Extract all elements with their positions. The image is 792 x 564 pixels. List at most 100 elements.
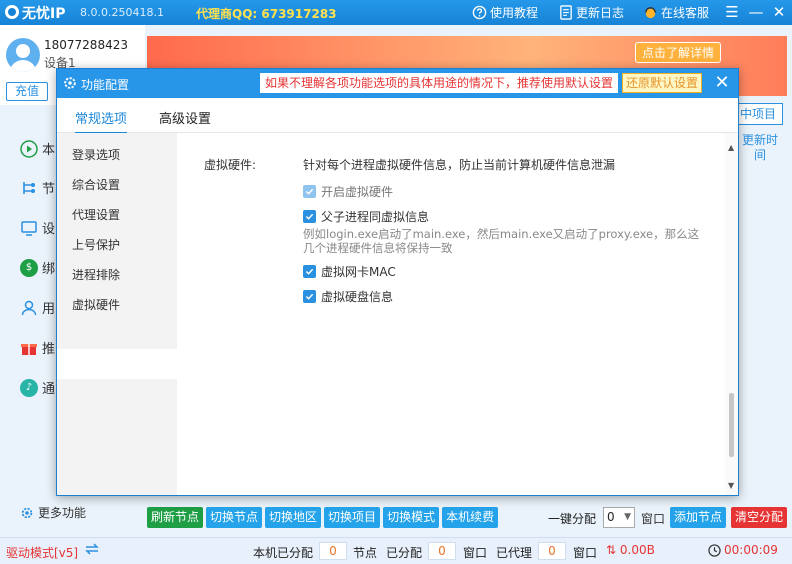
- enable-virtual-hardware-checkbox[interactable]: 开启虚拟硬件: [303, 183, 393, 200]
- scroll-up-icon[interactable]: ▲: [728, 143, 734, 152]
- nodes-icon: [23, 181, 35, 194]
- speed-value: 0.00B: [619, 543, 655, 557]
- local-assigned-value: 0: [319, 542, 347, 560]
- action-bar: 刷新节点 切换节点 切换地区 切换项目 切换模式 本机续费: [147, 507, 499, 528]
- timer-value: 00:00:09: [724, 543, 778, 557]
- sidebar-item-nodes[interactable]: 节: [20, 178, 55, 197]
- changelog-link[interactable]: 更新日志: [559, 4, 624, 21]
- more-functions[interactable]: 更多功能: [20, 504, 86, 521]
- sidebar-item-user[interactable]: 用: [20, 298, 55, 317]
- avatar[interactable]: [6, 38, 40, 72]
- device-icon: [21, 220, 37, 236]
- tab-general[interactable]: 常规选项: [75, 108, 128, 134]
- gear-icon: [63, 76, 77, 90]
- app-logo-icon: [4, 4, 20, 20]
- app-version: 8.0.0.250418.1: [80, 6, 164, 19]
- parent-child-same-info-checkbox[interactable]: 父子进程同虚拟信息: [303, 208, 429, 225]
- proxied-value: 0: [538, 542, 566, 560]
- dialog-title: 功能配置: [81, 78, 130, 92]
- add-node-button[interactable]: 添加节点: [670, 507, 727, 528]
- driver-mode[interactable]: 驱动模式[v5]: [6, 544, 78, 561]
- category-item[interactable]: 上号保护: [72, 236, 120, 253]
- recharge-button[interactable]: 充值: [6, 82, 48, 101]
- tab-advanced[interactable]: 高级设置: [159, 108, 211, 127]
- local-assigned-label: 本机已分配: [253, 546, 314, 560]
- speed-arrows-icon: ⇅: [606, 543, 617, 557]
- sidebar-item-promote[interactable]: 推: [20, 338, 55, 357]
- proxied-label: 已代理: [496, 546, 533, 560]
- session-timer: 00:00:09: [708, 543, 778, 557]
- content-scrollbar[interactable]: ▲ ▼: [725, 133, 738, 495]
- user-phone: 18077288423: [44, 38, 128, 52]
- virtual-mac-checkbox[interactable]: 虚拟网卡MAC: [303, 263, 396, 280]
- distribute-value: 0: [607, 510, 615, 524]
- sidebar-item-device[interactable]: 设: [20, 218, 55, 237]
- restore-defaults-button[interactable]: 还原默认设置: [622, 73, 703, 93]
- checkbox-checked-icon: [303, 210, 316, 223]
- option-note: 例如login.exe启动了main.exe，然后main.exe又启动了pro…: [303, 227, 700, 255]
- update-time-header[interactable]: 更新时间: [738, 133, 782, 163]
- checkbox-checked-icon: [303, 185, 316, 198]
- sidebar-item-label: 本: [42, 143, 56, 158]
- gear-icon: [21, 507, 33, 518]
- sidebar-item-label: 节: [42, 182, 56, 197]
- minimize-button[interactable]: —: [745, 2, 767, 22]
- distribute-select[interactable]: 0 ▼: [603, 507, 635, 528]
- sidebar-item-label: 通: [42, 382, 56, 397]
- category-item[interactable]: 登录选项: [72, 146, 120, 163]
- headset-icon: [645, 7, 656, 19]
- status-bar: 驱动模式[v5] 本机已分配 0 节点 已分配 0 窗口 已代理 0 窗口 ⇅ …: [0, 537, 792, 564]
- scroll-down-icon[interactable]: ▼: [728, 481, 734, 490]
- banner-detail-button[interactable]: 点击了解详情: [635, 42, 722, 63]
- option-label: 开启虚拟硬件: [321, 185, 394, 199]
- app-name: 无忧IP: [22, 6, 66, 22]
- document-icon: [560, 5, 572, 20]
- bind-icon: $: [20, 258, 38, 277]
- category-item[interactable]: 综合设置: [72, 176, 120, 193]
- switch-mode-icon[interactable]: [84, 542, 100, 556]
- assigned-value: 0: [428, 542, 456, 560]
- settings-content: 虚拟硬件: 针对每个进程虚拟硬件信息，防止当前计算机硬件信息泄漏 开启虚拟硬件 …: [177, 133, 725, 495]
- clock-icon: [708, 543, 721, 557]
- assigned-label: 已分配: [386, 546, 423, 560]
- close-window-button[interactable]: ✕: [768, 2, 790, 22]
- section-label: 虚拟硬件:: [204, 158, 257, 172]
- category-list: 登录选项 综合设置 代理设置 上号保护 进程排除 虚拟硬件: [57, 133, 177, 495]
- checkbox-checked-icon: [303, 290, 316, 303]
- support-label: 在线客服: [661, 6, 710, 20]
- clear-allocation-button[interactable]: 清空分配: [731, 507, 788, 528]
- dialog-header[interactable]: 功能配置 如果不理解各项功能选项的具体用途的情况下，推荐使用默认设置 还原默认设…: [57, 69, 738, 98]
- refresh-nodes-button[interactable]: 刷新节点: [147, 507, 204, 528]
- user-icon: [21, 300, 37, 315]
- speed-readout: ⇅ 0.00B: [606, 543, 655, 557]
- sidebar-item-label: 推: [42, 342, 56, 357]
- sidebar-item-label: 设: [42, 222, 56, 237]
- project-button[interactable]: 中项目: [733, 103, 783, 125]
- option-label: 父子进程同虚拟信息: [321, 210, 430, 224]
- switch-project-button[interactable]: 切换项目: [324, 507, 381, 528]
- gift-icon: [21, 343, 37, 355]
- sidebar-item-bind[interactable]: $ 绑: [20, 258, 55, 277]
- title-bar: 无忧IP 8.0.0.250418.1 代理商QQ: 673917283 使用教…: [0, 0, 792, 25]
- tutorial-link[interactable]: 使用教程: [472, 4, 538, 21]
- window-label-2: 窗口: [573, 546, 598, 560]
- virtual-disk-checkbox[interactable]: 虚拟硬盘信息: [303, 288, 393, 305]
- scroll-thumb[interactable]: [729, 393, 734, 457]
- switch-mode-button[interactable]: 切换模式: [383, 507, 440, 528]
- category-item[interactable]: 代理设置: [72, 206, 120, 223]
- menu-button[interactable]: ☰: [721, 2, 743, 22]
- renew-button[interactable]: 本机续费: [442, 507, 499, 528]
- sidebar-item-notify[interactable]: ♪ 通: [20, 378, 55, 397]
- support-link[interactable]: 在线客服: [643, 4, 709, 21]
- close-icon[interactable]: ✕: [711, 72, 733, 93]
- section-description: 针对每个进程虚拟硬件信息，防止当前计算机硬件信息泄漏: [303, 158, 616, 172]
- option-label: 虚拟硬盘信息: [321, 290, 394, 304]
- category-item[interactable]: 进程排除: [72, 266, 120, 283]
- switch-node-button[interactable]: 切换节点: [206, 507, 263, 528]
- category-item-selected[interactable]: 虚拟硬件: [72, 296, 120, 313]
- dialog-tabs: 常规选项 高级设置: [57, 98, 738, 134]
- switch-region-button[interactable]: 切换地区: [265, 507, 322, 528]
- sidebar-item-label: 用: [42, 302, 56, 317]
- changelog-label: 更新日志: [576, 6, 625, 20]
- sidebar-item-home[interactable]: 本: [20, 139, 55, 158]
